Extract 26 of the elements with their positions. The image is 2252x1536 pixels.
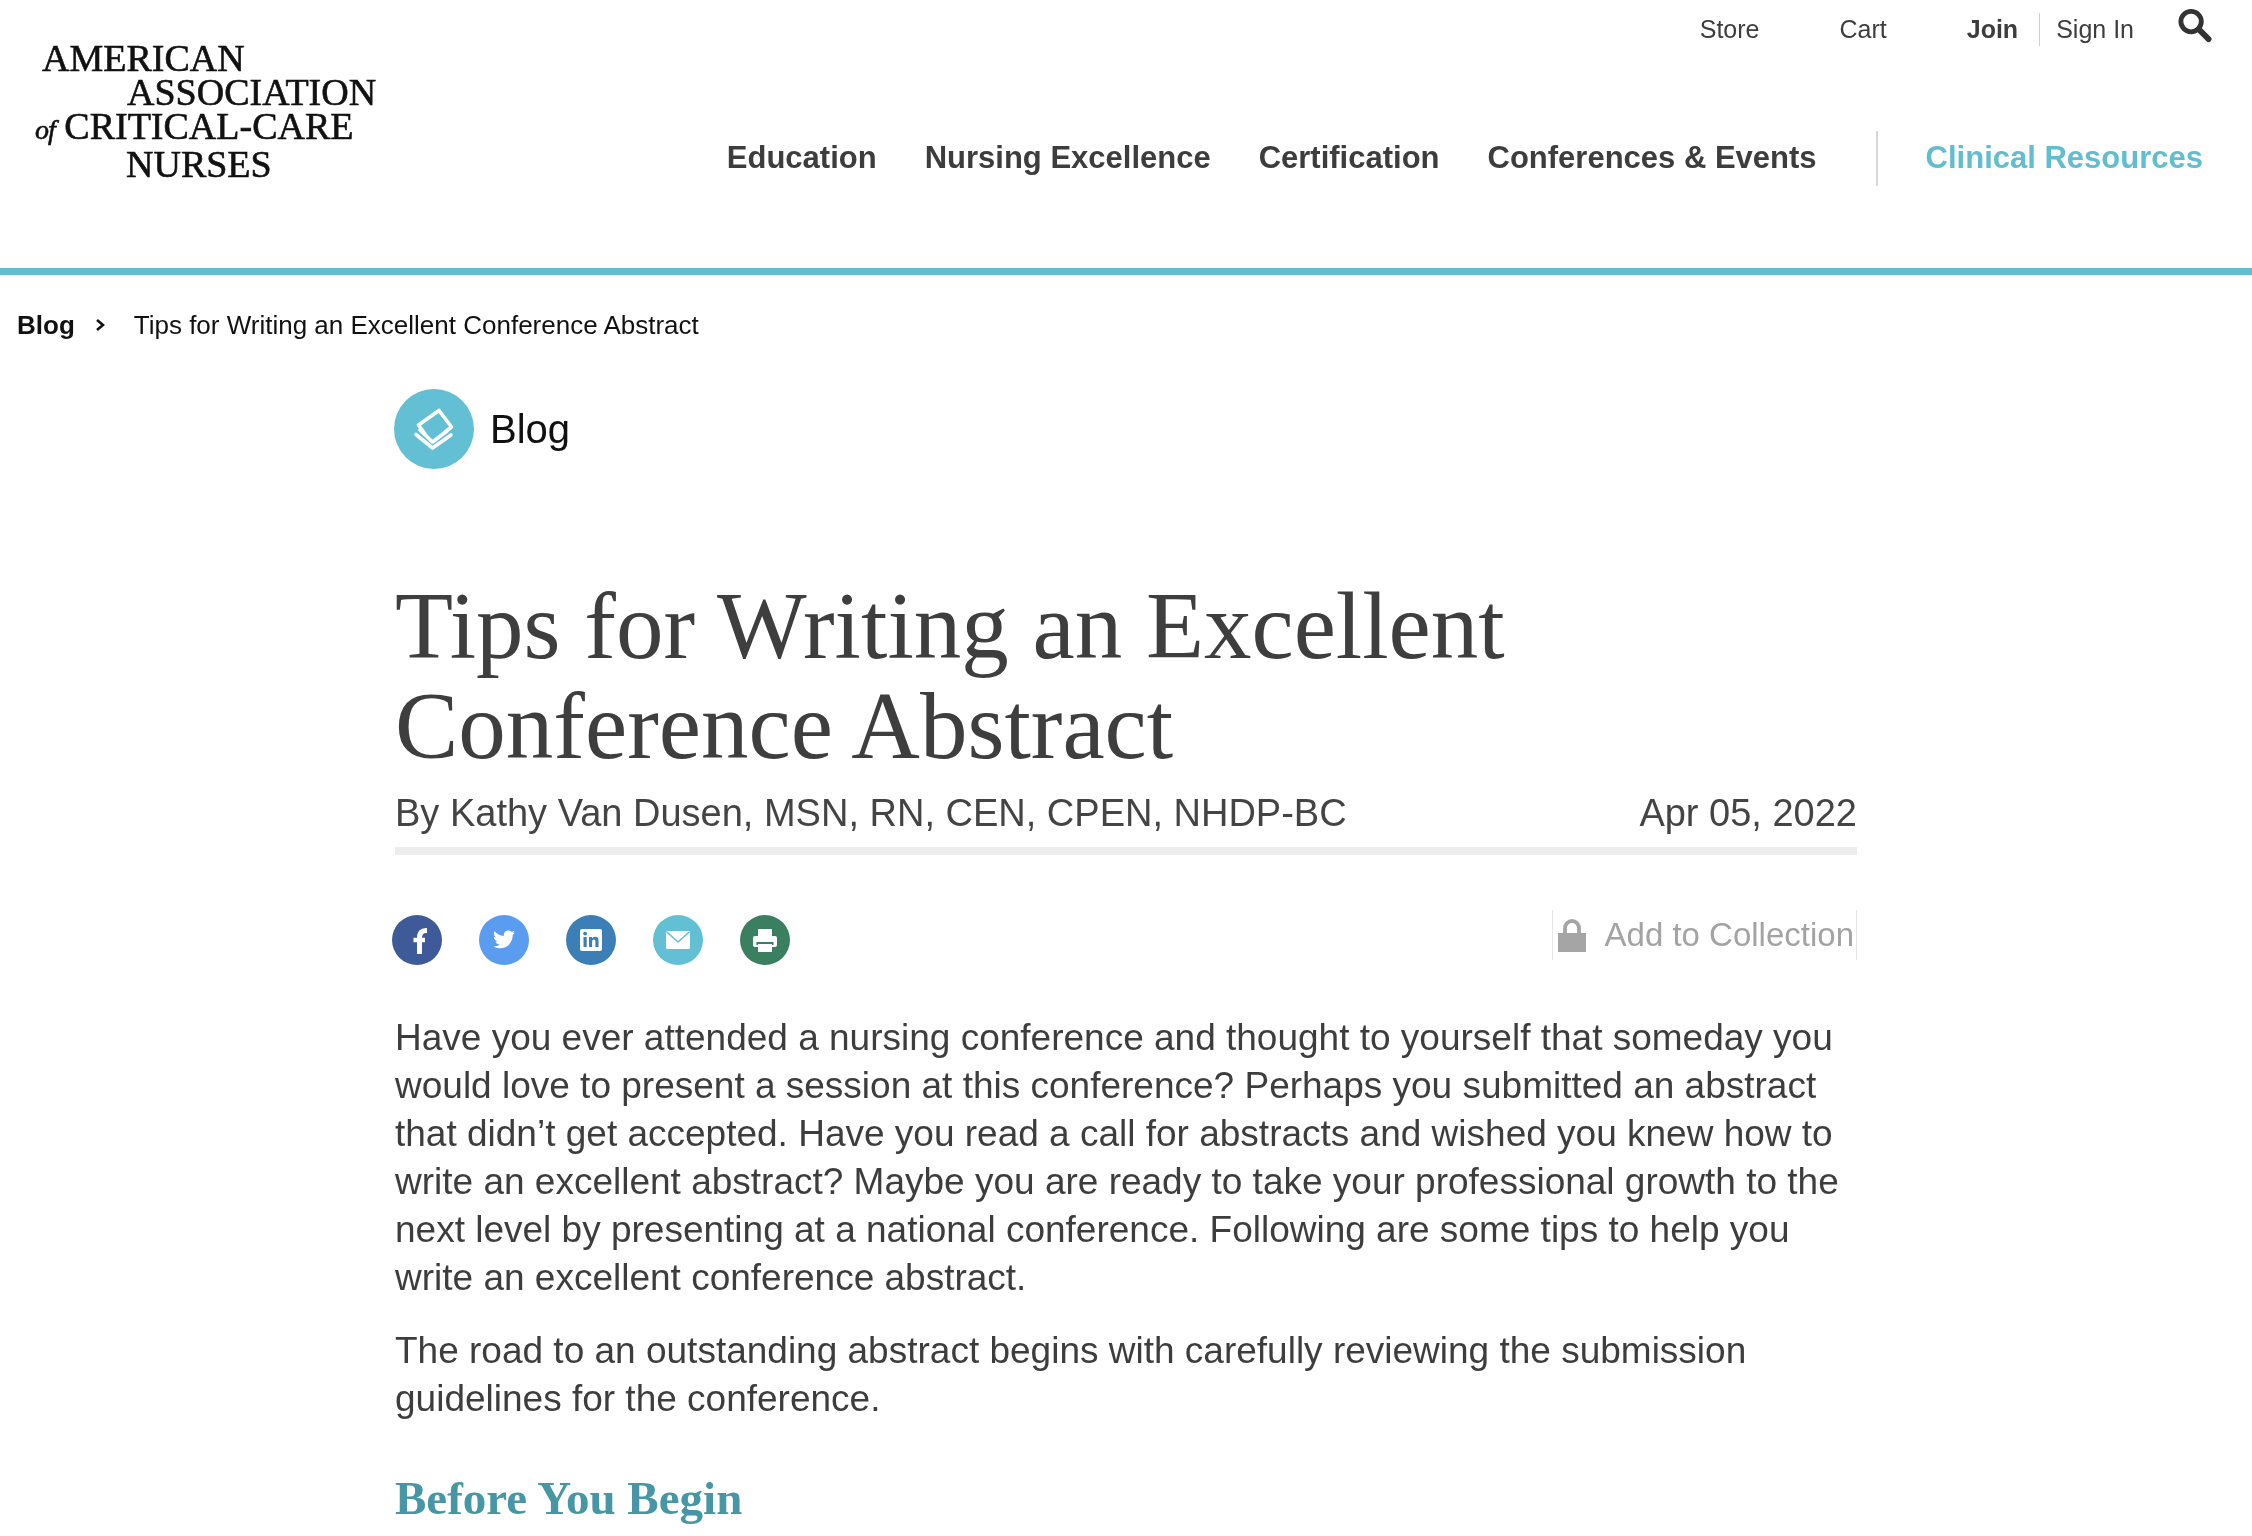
publish-date: Apr 05, 2022 <box>1639 791 1857 836</box>
linkedin-icon[interactable] <box>566 915 616 965</box>
layers-badge-icon <box>394 389 474 469</box>
nav-link[interactable]: Education <box>726 138 877 178</box>
chevron-right-icon <box>94 318 105 332</box>
facebook-icon[interactable] <box>392 915 442 965</box>
article-title: Tips for Writing an Excellent Conference Abstract <box>395 576 1506 776</box>
breadcrumb-current: Tips for Writing an Excellent Conference Abstract <box>133 309 699 341</box>
nav-link[interactable]: Conferences & Events <box>1487 138 1817 178</box>
nav-link[interactable]: Certification <box>1258 138 1440 178</box>
breadcrumb-link[interactable]: Blog <box>17 309 75 341</box>
printer-icon[interactable] <box>740 915 790 965</box>
body-paragraph: Have you ever attended a nursing conference and thought to yourself that someday you would love to present a session at this conference? Perhaps you submitted an abstract that didn’t get accepted. Have you read a call for abstracts and wished you knew how to write an excellent abstract? Maybe you are ready to take your professional growth to the next level by presenting at a national conference. Following are some tips to help you write an excellent conference abstract. <box>395 1016 1840 1300</box>
section-label: Blog <box>490 406 571 453</box>
author-byline: By Kathy Van Dusen, MSN, RN, CEN, CPEN, NHDP-BC <box>395 791 1347 836</box>
search-icon[interactable] <box>2177 7 2212 43</box>
body-paragraph: The road to an outstanding abstract begins with carefully reviewing the submission guidelines for the conference. <box>395 1329 1748 1421</box>
utility-link[interactable]: Store <box>1699 14 1760 44</box>
section-heading: Before You Begin <box>395 1471 744 1526</box>
nav-link[interactable]: Nursing Excellence <box>924 138 1211 178</box>
padlock-icon <box>1556 918 1587 952</box>
utility-link[interactable]: Sign In <box>2056 14 2134 44</box>
utility-link[interactable]: Join <box>1966 14 2019 44</box>
logo-wordmark[interactable]: AMERICAN ASSOCIATION of CRITICAL-CARE NURSES <box>35 41 377 181</box>
utility-link[interactable]: Cart <box>1839 14 1887 44</box>
twitter-bird-icon[interactable] <box>479 915 529 965</box>
